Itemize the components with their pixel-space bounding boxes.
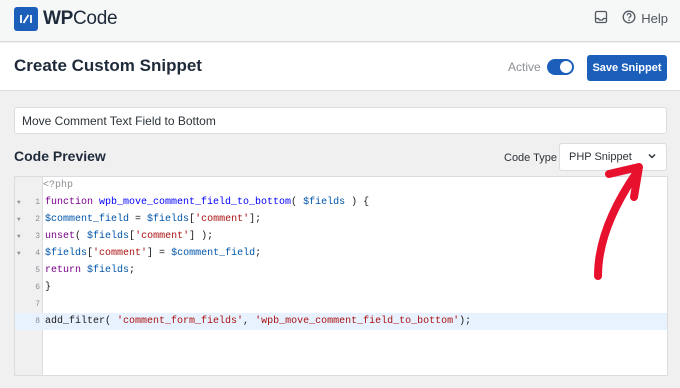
line-number: 8 xyxy=(35,317,40,326)
code-placeholder: <?php xyxy=(43,180,74,191)
help-button[interactable]: Help xyxy=(622,10,668,27)
help-label: Help xyxy=(641,11,668,26)
code-token: $fields xyxy=(45,248,88,259)
wpcode-logo-icon xyxy=(14,7,38,31)
code-line[interactable]: 7 xyxy=(15,296,667,313)
code-token: ; xyxy=(255,248,262,259)
code-token: 'wpb_move_comment_field_to_bottom' xyxy=(255,316,460,327)
code-token: $fields xyxy=(303,197,346,208)
code-token: add_filter( xyxy=(45,316,118,327)
code-text: return $fields; xyxy=(45,262,135,279)
inbox-icon[interactable] xyxy=(594,10,608,27)
code-token: $fields xyxy=(147,214,190,225)
code-token: } xyxy=(45,282,52,293)
code-preview-heading: Code Preview xyxy=(14,148,106,164)
code-token: , xyxy=(243,316,256,327)
code-token: $fields xyxy=(87,265,130,276)
code-token: wpb_move_comment_field_to_bottom xyxy=(99,197,292,208)
line-number: 7 xyxy=(35,300,40,309)
help-circle-icon xyxy=(622,10,636,27)
code-text: add_filter( 'comment_form_fields', 'wpb_… xyxy=(45,313,471,330)
code-token: = xyxy=(129,214,148,225)
code-token: $fields xyxy=(87,231,130,242)
line-number: 5 xyxy=(35,266,40,275)
code-token: 'comment_form_fields' xyxy=(117,316,244,327)
code-token: ] = xyxy=(147,248,172,259)
code-token: ( xyxy=(75,231,88,242)
code-token: 'comment' xyxy=(195,214,250,225)
line-number: 4 xyxy=(35,249,40,258)
line-number: 1 xyxy=(35,198,40,207)
code-token: return xyxy=(45,265,88,276)
code-token: ( xyxy=(291,197,304,208)
code-token: ]; xyxy=(249,214,262,225)
active-toggle[interactable] xyxy=(547,59,574,75)
code-token: 'comment' xyxy=(93,248,148,259)
code-type-label: Code Type xyxy=(504,152,558,164)
save-snippet-button[interactable]: Save Snippet xyxy=(587,55,667,81)
code-token: $comment_field xyxy=(171,248,256,259)
code-text: unset( $fields['comment'] ); xyxy=(45,228,213,245)
code-token: ) { xyxy=(345,197,370,208)
code-token: $comment_field xyxy=(45,214,130,225)
code-text: $comment_field = $fields['comment']; xyxy=(45,211,261,228)
code-text: $fields['comment'] = $comment_field; xyxy=(45,245,261,262)
line-number: 3 xyxy=(35,232,40,241)
code-token: ] ); xyxy=(189,231,214,242)
top-bar: WPCode Help xyxy=(0,0,680,42)
line-number: 2 xyxy=(35,215,40,224)
page-title: Create Custom Snippet xyxy=(14,56,202,75)
red-arrow-annotation xyxy=(594,163,643,280)
snippet-title-input[interactable] xyxy=(14,107,667,134)
active-label: Active xyxy=(508,60,541,74)
page-header: Create Custom Snippet Active Save Snippe… xyxy=(0,43,680,91)
logo-text: WPCode xyxy=(43,8,118,29)
code-token: unset xyxy=(45,231,76,242)
code-token: ; xyxy=(129,265,136,276)
wpcode-logo[interactable]: WPCode xyxy=(14,7,118,31)
code-token: ); xyxy=(459,316,472,327)
line-number: 6 xyxy=(35,283,40,292)
code-token: function xyxy=(45,197,100,208)
code-line[interactable]: 8 add_filter( 'comment_form_fields', 'wpb… xyxy=(15,313,667,330)
toggle-knob xyxy=(560,61,572,73)
code-text: function wpb_move_comment_field_to_botto… xyxy=(45,194,369,211)
code-text: } xyxy=(45,279,51,296)
code-token: 'comment' xyxy=(135,231,190,242)
